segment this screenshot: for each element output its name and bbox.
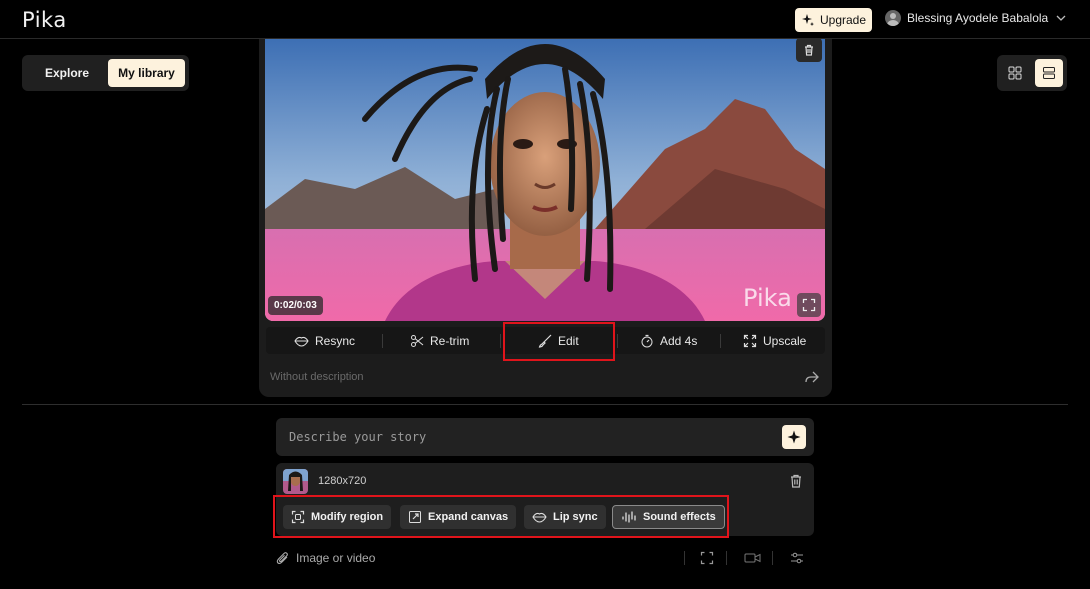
user-menu[interactable]: Blessing Ayodele Babalola xyxy=(885,10,1068,26)
edit-highlight-box xyxy=(503,322,615,361)
media-resolution: 1280x720 xyxy=(318,475,367,487)
upscale-icon xyxy=(743,334,757,347)
upscale-button[interactable]: Upscale xyxy=(743,327,806,354)
tab-explore[interactable]: Explore xyxy=(26,59,108,87)
aspect-ratio-button[interactable] xyxy=(700,551,714,570)
upgrade-button[interactable]: Upgrade xyxy=(795,8,872,32)
tab-my-library[interactable]: My library xyxy=(108,59,185,87)
separator xyxy=(720,334,721,348)
thumbnail-image xyxy=(283,469,308,494)
user-name: Blessing Ayodele Babalola xyxy=(907,11,1049,25)
lips-icon xyxy=(294,336,309,347)
share-icon xyxy=(805,371,819,383)
list-view-button[interactable] xyxy=(1035,59,1063,87)
retrim-label: Re-trim xyxy=(430,333,470,348)
trash-icon xyxy=(791,474,801,488)
sparkle-icon xyxy=(802,14,814,26)
fullscreen-button[interactable] xyxy=(797,293,821,317)
generate-button[interactable] xyxy=(782,425,806,449)
sparkle-icon xyxy=(787,430,801,444)
attach-media-button[interactable]: Image or video xyxy=(276,551,375,565)
video-description: Without description xyxy=(270,371,364,383)
add-4s-label: Add 4s xyxy=(660,333,698,348)
add-4s-button[interactable]: Add 4s xyxy=(640,327,697,354)
section-divider xyxy=(22,404,1068,405)
separator xyxy=(382,334,383,348)
upgrade-label: Upgrade xyxy=(820,13,867,27)
grid-view-button[interactable] xyxy=(1001,59,1029,87)
trash-icon xyxy=(805,44,813,56)
video-timecode: 0:02/0:03 xyxy=(268,296,323,315)
resync-button[interactable]: Resync xyxy=(294,327,355,354)
resync-label: Resync xyxy=(315,333,356,348)
frame-icon xyxy=(700,551,714,565)
paperclip-icon xyxy=(276,552,288,565)
delete-video-button[interactable] xyxy=(796,38,822,62)
retrim-button[interactable]: Re-trim xyxy=(410,327,469,354)
attach-label: Image or video xyxy=(296,551,376,565)
separator xyxy=(772,551,773,565)
video-frame xyxy=(265,39,825,321)
video-camera-icon xyxy=(744,553,761,563)
media-thumbnail[interactable] xyxy=(283,469,308,494)
upscale-label: Upscale xyxy=(763,333,807,348)
video-player[interactable] xyxy=(265,39,825,321)
settings-button[interactable] xyxy=(790,551,804,570)
avatar xyxy=(885,10,901,26)
separator xyxy=(684,551,685,565)
separator xyxy=(500,334,501,348)
camera-control-button[interactable] xyxy=(744,551,761,570)
pika-watermark: Pika xyxy=(743,284,792,312)
list-view-icon xyxy=(1043,67,1055,79)
separator xyxy=(726,551,727,565)
view-toggle xyxy=(997,55,1067,91)
fullscreen-icon xyxy=(802,298,816,312)
timer-icon xyxy=(641,334,653,347)
story-prompt-input[interactable]: Describe your story xyxy=(276,418,814,456)
logo[interactable]: Pika xyxy=(22,8,67,32)
chevron-down-icon xyxy=(1056,15,1066,21)
remove-media-button[interactable] xyxy=(789,473,803,494)
sliders-icon xyxy=(791,552,803,564)
library-switch: Explore My library xyxy=(22,55,189,91)
share-button[interactable] xyxy=(804,369,820,390)
chips-highlight-box xyxy=(273,495,729,538)
prompt-placeholder: Describe your story xyxy=(289,430,427,444)
separator xyxy=(617,334,618,348)
grid-icon xyxy=(1008,66,1022,80)
top-bar: Pika Upgrade Blessing Ayodele Babalola xyxy=(0,0,1090,39)
scissors-icon xyxy=(411,334,424,347)
